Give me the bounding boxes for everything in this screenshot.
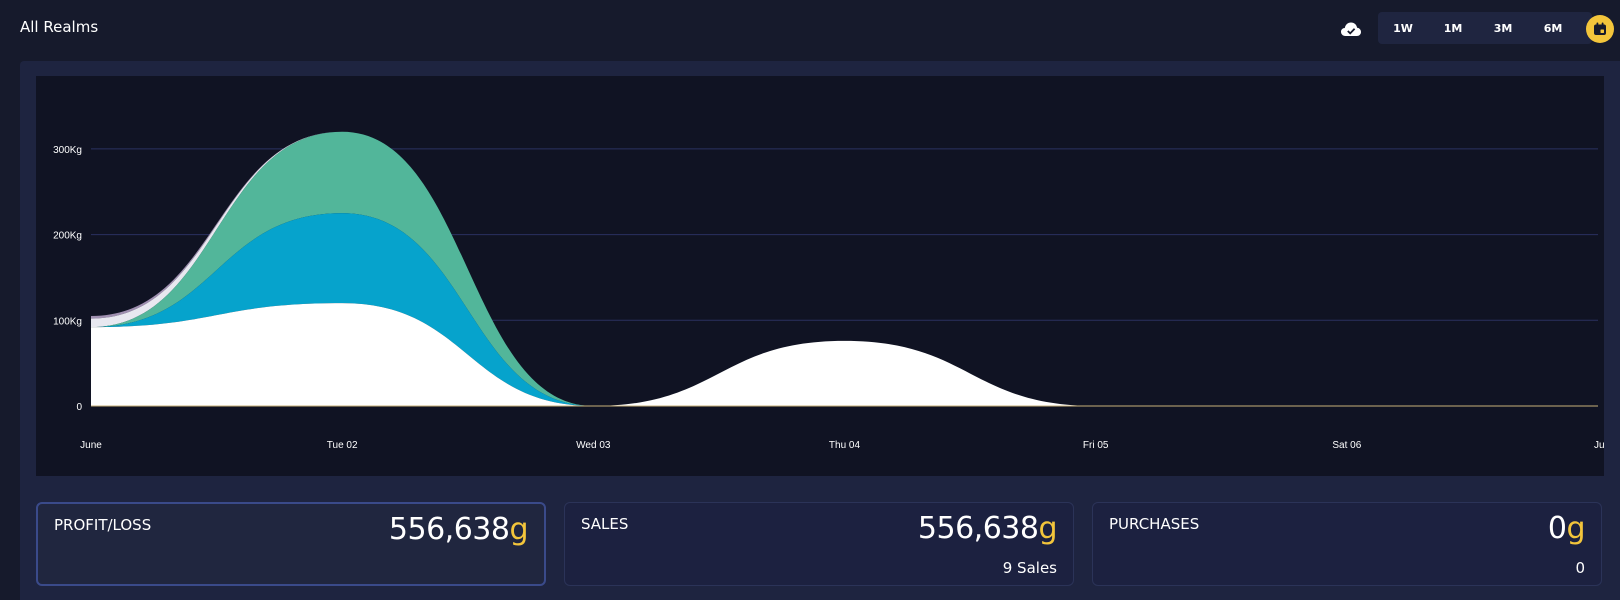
y-tick-label: 0: [76, 402, 82, 413]
purchases-amount: 0: [1547, 511, 1567, 546]
purchases-card[interactable]: PURCHASES 0g 0: [1092, 502, 1602, 586]
profit-loss-label: PROFIT/LOSS: [54, 516, 152, 534]
area-series: [91, 303, 1598, 406]
y-tick-label: 300Kg: [53, 145, 82, 156]
profit-chart: 0 100Kg 200Kg 300Kg June Tue 02 Wed 03 Thu 04 Fr…: [36, 76, 1604, 476]
y-tick-label: 100Kg: [53, 316, 82, 327]
top-bar: All Realms 1W 1M 3M 6M: [0, 0, 1620, 58]
range-3m-button[interactable]: 3M: [1478, 22, 1528, 35]
time-range-selector: 1W 1M 3M 6M: [1378, 12, 1592, 44]
calendar-icon: [1594, 22, 1606, 35]
sales-amount: 556,638: [917, 511, 1039, 546]
range-1m-button[interactable]: 1M: [1428, 22, 1478, 35]
sales-card[interactable]: SALES 556,638g 9 Sales: [564, 502, 1074, 586]
y-tick-label: 200Kg: [53, 231, 82, 242]
calendar-button[interactable]: [1586, 15, 1614, 43]
x-tick-label: June: [80, 440, 102, 451]
cloud-check-icon: [1341, 22, 1361, 36]
gold-unit: g: [509, 512, 528, 547]
chart-svg: 0 100Kg 200Kg 300Kg June Tue 02 Wed 03 Thu 04 Fr…: [53, 131, 1604, 451]
profit-loss-card[interactable]: PROFIT/LOSS 556,638g: [36, 502, 546, 586]
purchases-label: PURCHASES: [1109, 515, 1200, 533]
sales-value: 556,638g: [917, 511, 1058, 546]
x-tick-label: Wed 03: [576, 440, 611, 451]
x-tick-label: Fri 05: [1083, 440, 1109, 451]
cloud-sync-button[interactable]: [1338, 18, 1364, 40]
profit-loss-value: 556,638g: [388, 512, 529, 547]
page-title: All Realms: [20, 18, 99, 36]
range-6m-button[interactable]: 6M: [1528, 22, 1578, 35]
purchases-value: 0g: [1547, 511, 1586, 546]
gold-unit: g: [1038, 511, 1057, 546]
x-tick-label: Thu 04: [829, 440, 861, 451]
profit-loss-amount: 556,638: [388, 512, 510, 547]
sales-count: 9 Sales: [1002, 559, 1057, 577]
gold-unit: g: [1566, 511, 1585, 546]
range-1w-button[interactable]: 1W: [1378, 22, 1428, 35]
sales-label: SALES: [581, 515, 629, 533]
x-tick-label: Sat 06: [1332, 440, 1361, 451]
x-tick-label: Tue 02: [327, 440, 358, 451]
x-tick-label: Jun: [1594, 440, 1604, 451]
purchases-count: 0: [1575, 559, 1585, 577]
